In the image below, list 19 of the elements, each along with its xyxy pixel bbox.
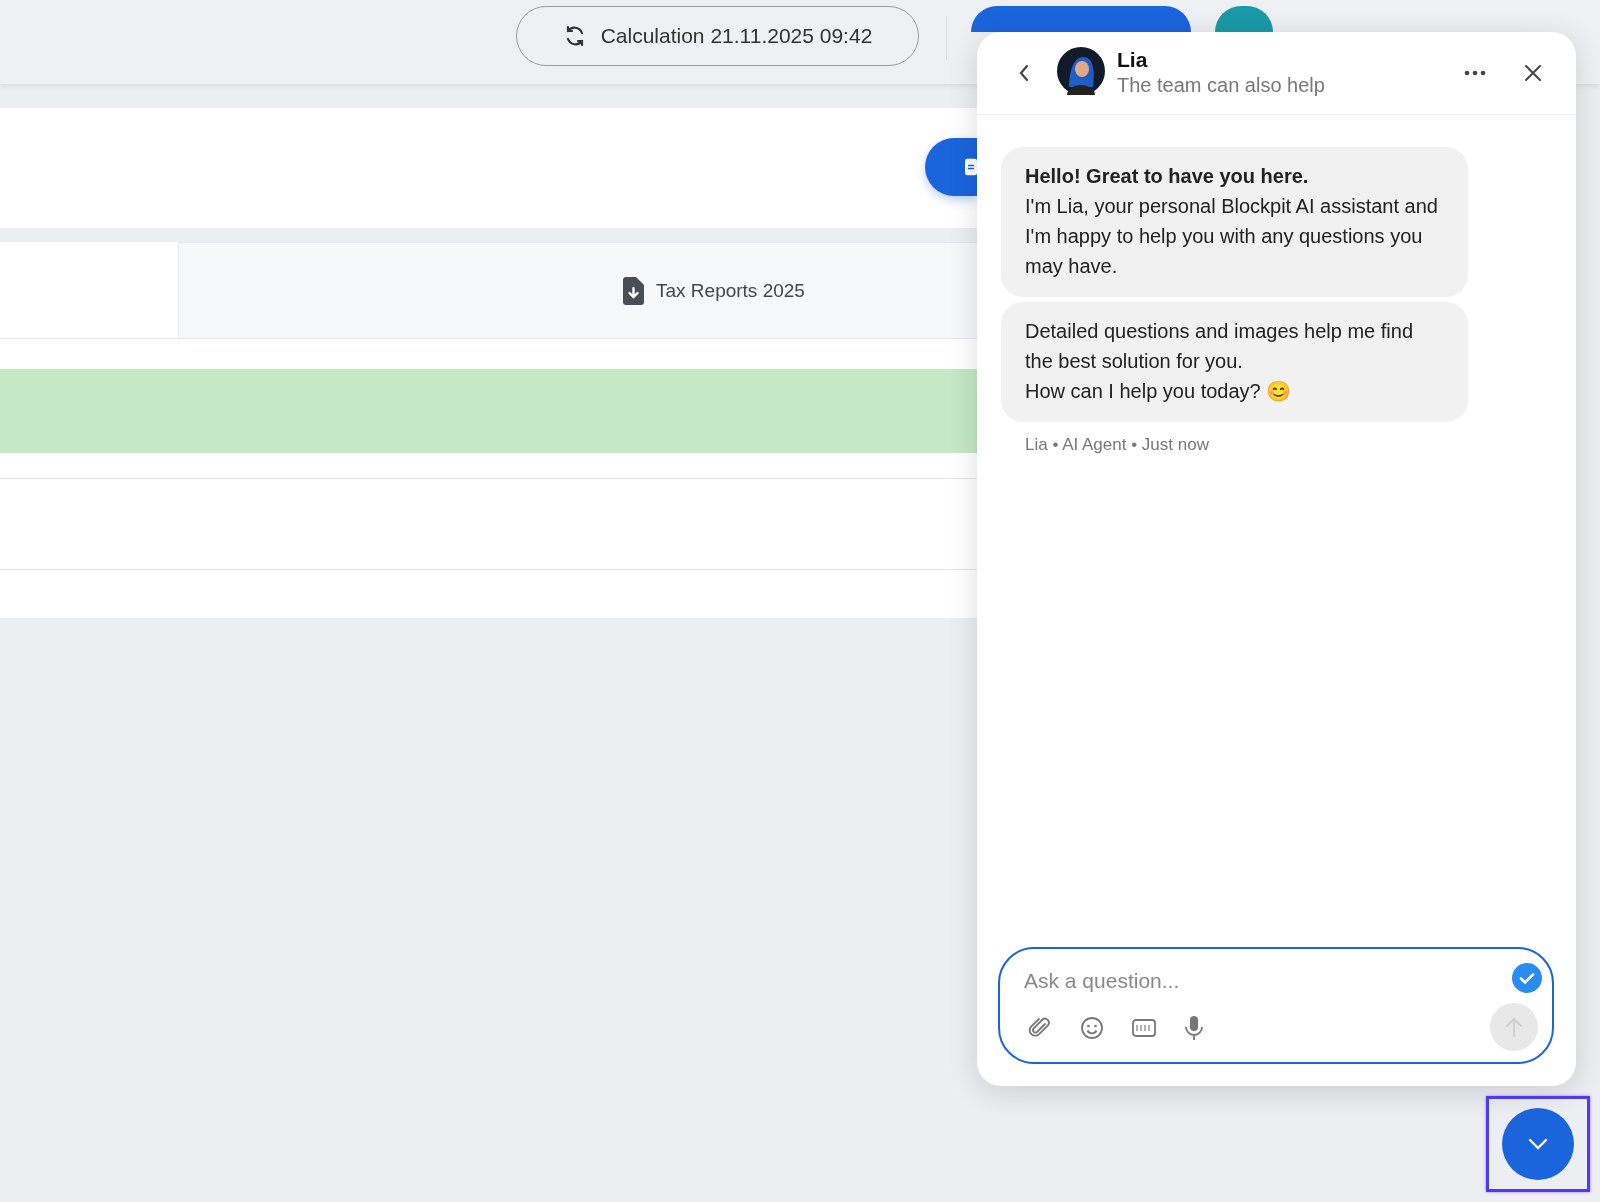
chevron-left-icon xyxy=(1017,63,1031,83)
report-tab[interactable]: Tax Reports 2025 xyxy=(178,242,977,338)
message-meta: Lia • AI Agent • Just now xyxy=(1025,435,1210,455)
agent-name: Lia xyxy=(1117,48,1149,72)
calculation-button[interactable]: Calculation 21.11.2025 09:42 xyxy=(516,6,919,66)
chevron-down-icon xyxy=(1527,1137,1549,1151)
chat-message: Hello! Great to have you here. I'm Lia, your personal Blockpit AI assistant and I'm happy to help you with any questions you may have. xyxy=(1001,147,1468,297)
user-avatar[interactable] xyxy=(1215,6,1273,32)
message-field[interactable]: Ask a question... xyxy=(1024,965,1464,997)
chat-message: Detailed questions and images help me find the best solution for you. How can I help you today? 😊 xyxy=(1001,302,1468,422)
close-icon xyxy=(1524,64,1542,82)
avatar xyxy=(1057,47,1105,95)
arrow-up-icon xyxy=(1504,1016,1524,1038)
agent-subtitle: The team can also help xyxy=(1117,73,1326,98)
check-icon xyxy=(1512,963,1542,993)
action-button[interactable] xyxy=(925,138,977,196)
file-download-icon xyxy=(623,276,644,305)
more-icon xyxy=(1464,70,1486,76)
action-button[interactable] xyxy=(971,6,1191,32)
